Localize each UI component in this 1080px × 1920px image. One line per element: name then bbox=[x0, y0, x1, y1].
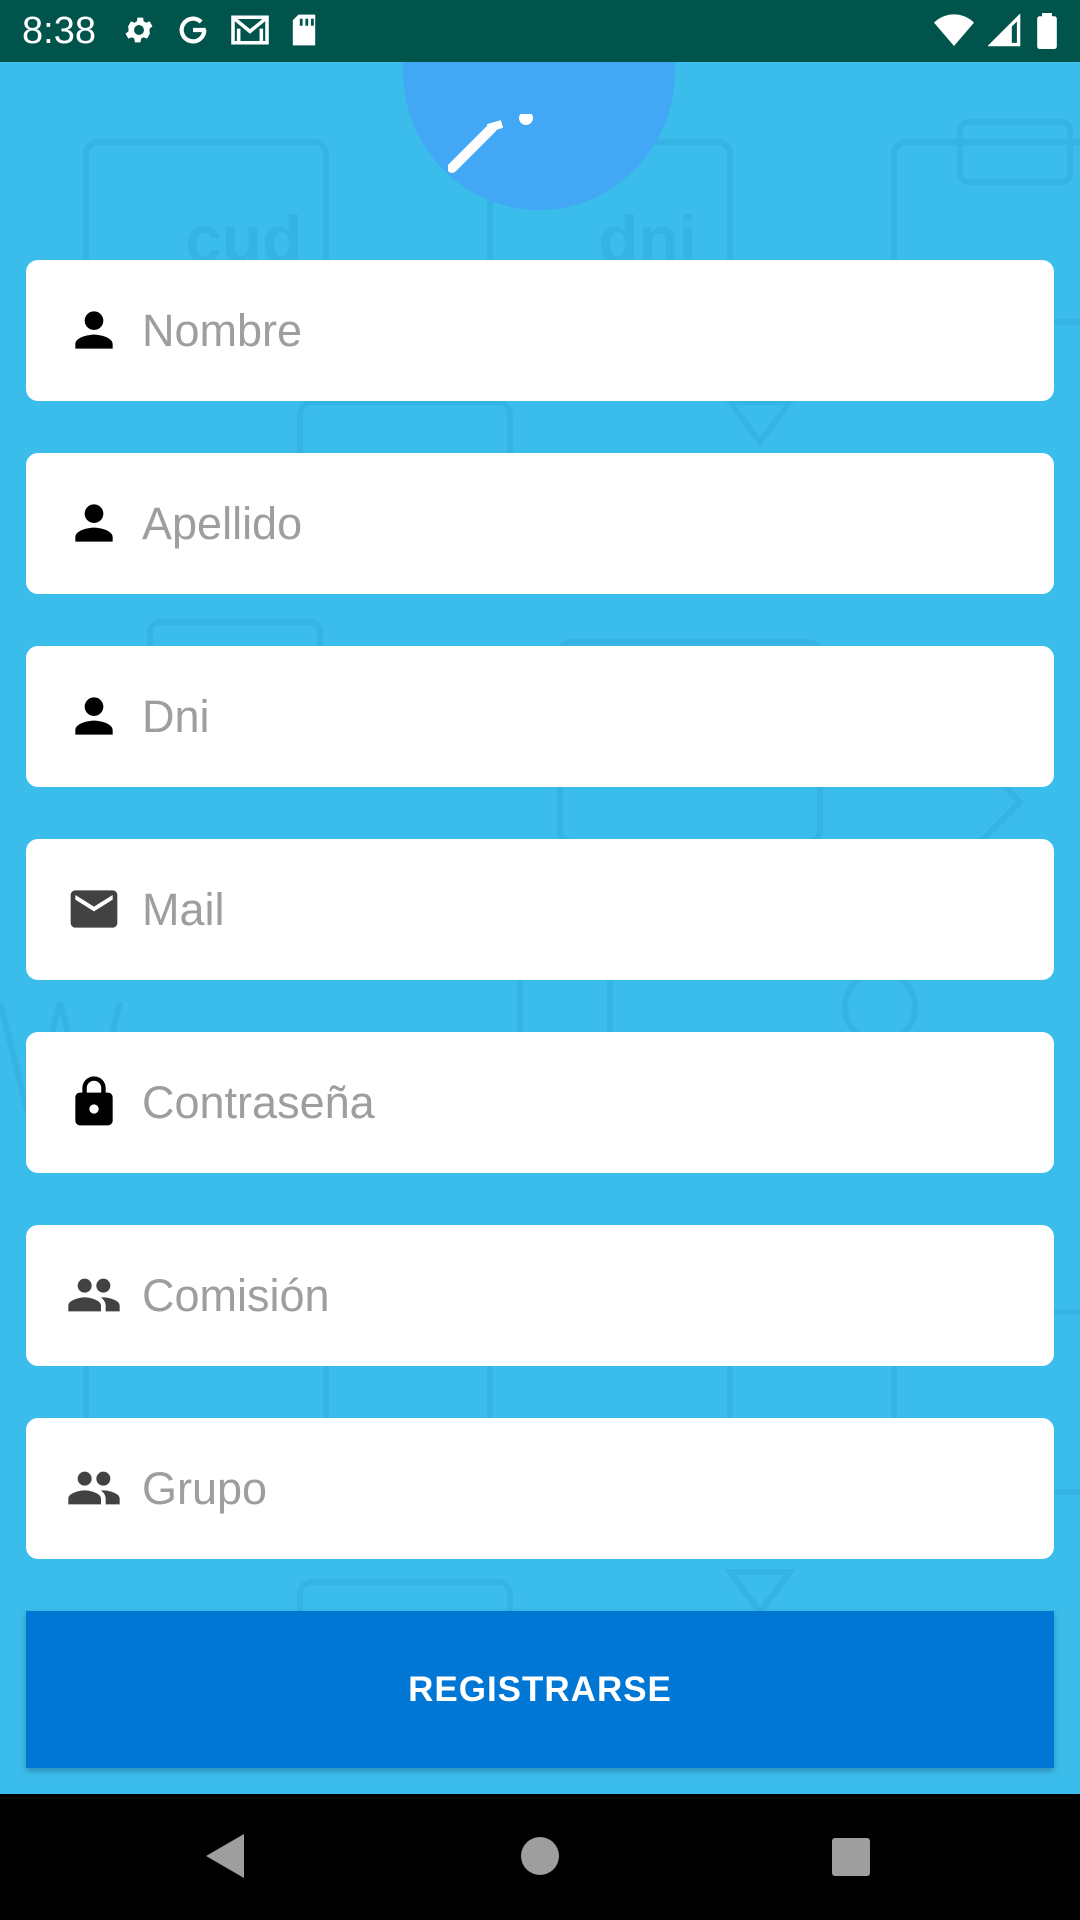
grupo-input[interactable] bbox=[142, 1418, 1022, 1559]
status-time: 8:38 bbox=[22, 10, 96, 52]
password-input[interactable] bbox=[142, 1032, 1022, 1173]
home-icon[interactable] bbox=[520, 1836, 560, 1876]
group-icon bbox=[68, 1278, 120, 1312]
wifi-icon bbox=[934, 14, 974, 46]
register-button[interactable]: REGISTRARSE bbox=[26, 1611, 1054, 1768]
dni-input[interactable] bbox=[142, 646, 1022, 787]
comision-field[interactable] bbox=[26, 1225, 1054, 1366]
battery-icon bbox=[1037, 13, 1057, 49]
mail-input[interactable] bbox=[142, 839, 1022, 980]
sd-card-icon bbox=[292, 14, 316, 46]
person-icon bbox=[75, 697, 113, 735]
mail-field[interactable] bbox=[26, 839, 1054, 980]
settings-icon bbox=[125, 17, 153, 43]
registration-screen: cud dni REGISTRARS bbox=[0, 62, 1080, 1794]
google-icon bbox=[179, 16, 207, 44]
password-field[interactable] bbox=[26, 1032, 1054, 1173]
gmail-icon bbox=[231, 15, 269, 45]
nombre-field[interactable] bbox=[26, 260, 1054, 401]
apellido-field[interactable] bbox=[26, 453, 1054, 594]
person-icon bbox=[75, 504, 113, 542]
system-nav-bar bbox=[0, 1794, 1080, 1920]
status-bar: 8:38 bbox=[0, 0, 1080, 62]
grupo-field[interactable] bbox=[26, 1418, 1054, 1559]
person-icon bbox=[75, 311, 113, 349]
recents-icon[interactable] bbox=[832, 1838, 870, 1876]
apellido-input[interactable] bbox=[142, 453, 1022, 594]
lock-icon bbox=[75, 1076, 113, 1126]
mail-icon bbox=[70, 890, 118, 928]
back-icon[interactable] bbox=[204, 1832, 246, 1880]
group-icon bbox=[68, 1471, 120, 1505]
dni-field[interactable] bbox=[26, 646, 1054, 787]
signal-icon bbox=[988, 14, 1021, 47]
comision-input[interactable] bbox=[142, 1225, 1022, 1366]
logo-mark-icon bbox=[448, 114, 533, 173]
nombre-input[interactable] bbox=[142, 260, 1022, 401]
